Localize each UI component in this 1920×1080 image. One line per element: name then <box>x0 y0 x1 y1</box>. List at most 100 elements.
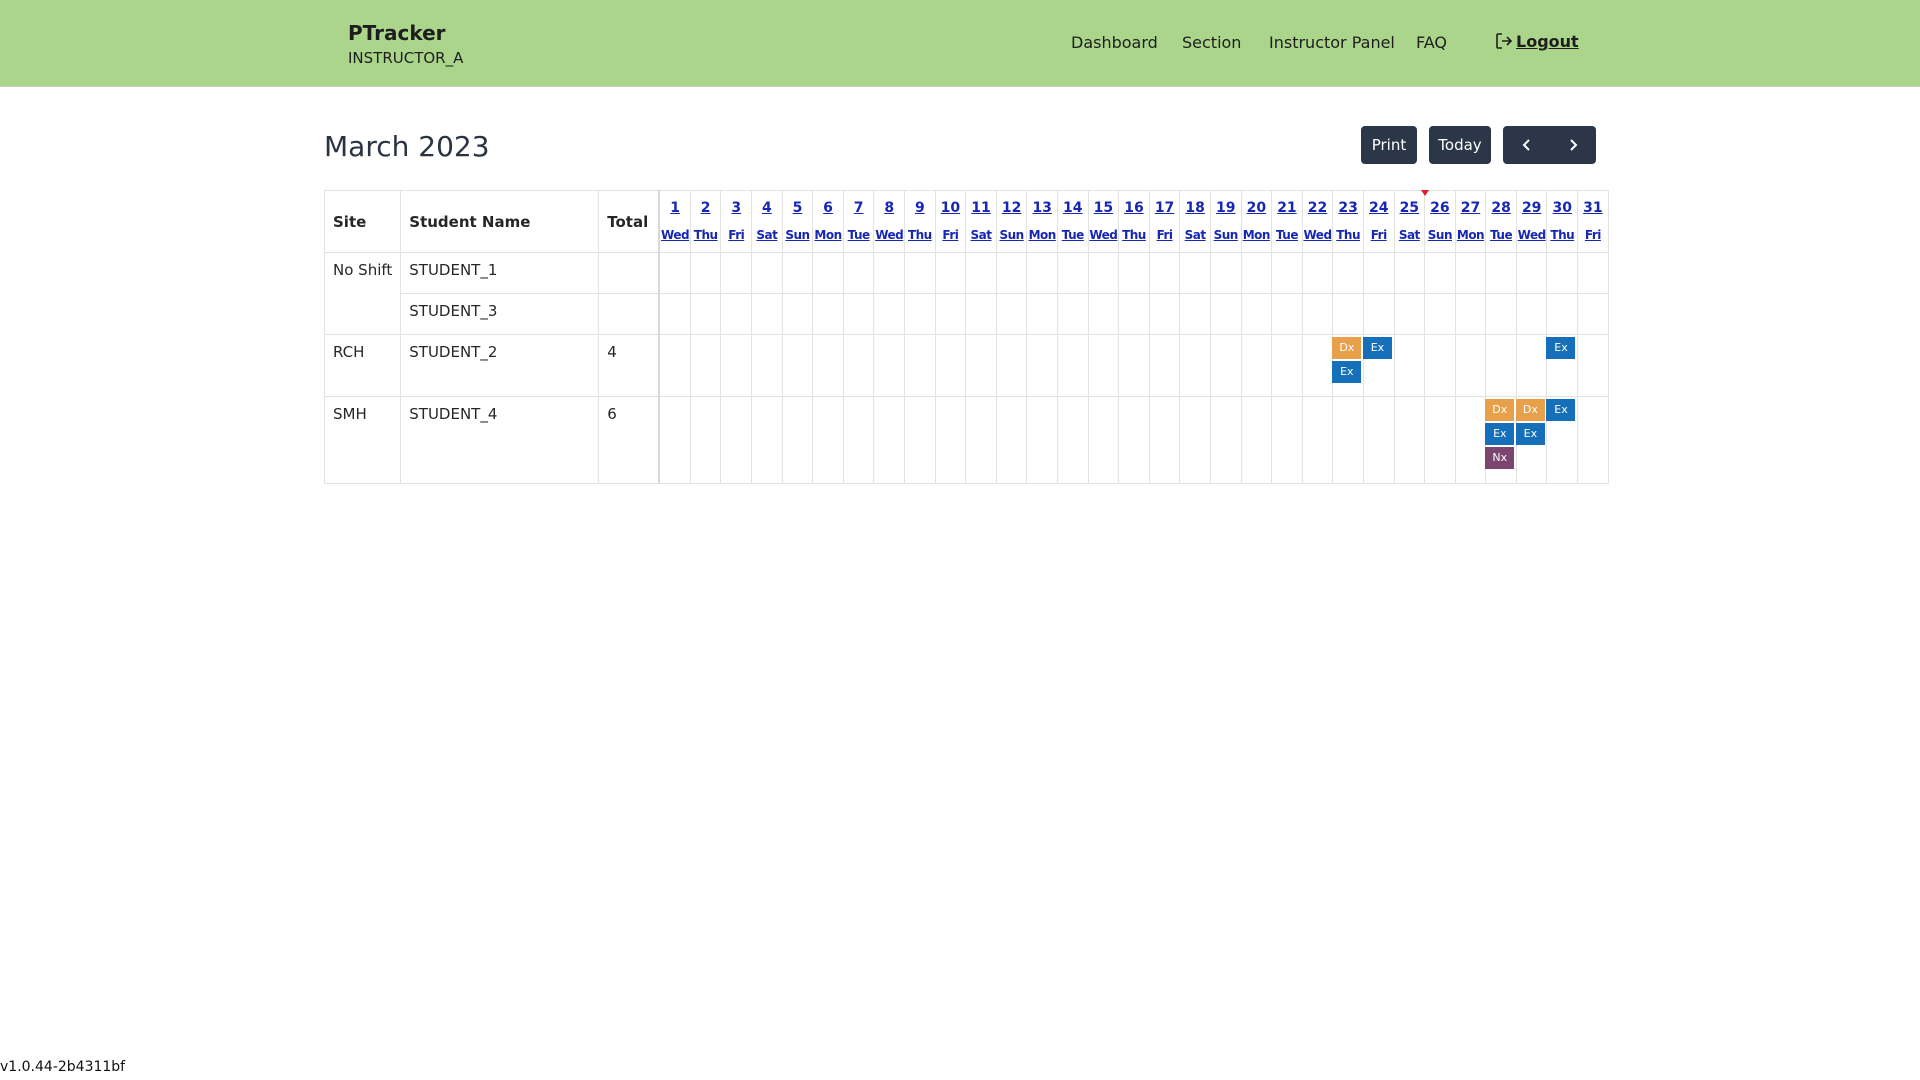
weekday-link[interactable]: Fri <box>1578 221 1608 251</box>
day-number-link[interactable]: 8 <box>874 192 904 221</box>
day-cell[interactable]: Dx Ex Nx <box>1485 396 1517 484</box>
day-cell[interactable]: Dx Ex <box>1332 334 1364 397</box>
day-cell[interactable] <box>904 334 936 397</box>
day-cell[interactable] <box>1515 334 1548 397</box>
day-cell[interactable] <box>1087 396 1120 484</box>
shift-tag-dx[interactable]: Dx <box>1485 399 1515 421</box>
day-cell[interactable] <box>1056 252 1089 294</box>
day-number-link[interactable]: 18 <box>1180 192 1210 221</box>
day-cell[interactable] <box>1301 334 1334 397</box>
day-cell[interactable] <box>1148 293 1181 335</box>
weekday-link[interactable]: Wed <box>874 221 904 251</box>
day-number-link[interactable]: 6 <box>813 192 843 221</box>
day-cell[interactable] <box>1393 396 1426 484</box>
day-cell[interactable] <box>781 252 814 294</box>
shift-tag-ex[interactable]: Ex <box>1362 337 1392 359</box>
day-cell[interactable] <box>781 334 814 397</box>
day-cell[interactable]: Ex <box>1546 334 1579 397</box>
day-cell[interactable] <box>658 252 691 294</box>
day-cell[interactable] <box>1454 252 1487 294</box>
day-cell[interactable] <box>1515 252 1548 294</box>
day-number-link[interactable]: 22 <box>1303 192 1333 221</box>
day-cell[interactable] <box>812 334 844 397</box>
weekday-link[interactable]: Mon <box>1027 221 1057 251</box>
day-cell[interactable] <box>658 396 691 484</box>
day-cell[interactable] <box>1087 293 1120 335</box>
day-cell[interactable] <box>1577 293 1609 335</box>
day-number-link[interactable]: 24 <box>1364 192 1394 221</box>
day-number-link[interactable]: 19 <box>1211 192 1241 221</box>
weekday-link[interactable]: Fri <box>1364 221 1394 251</box>
day-cell[interactable] <box>1118 396 1150 484</box>
day-cell[interactable] <box>812 293 844 335</box>
day-number-link[interactable]: 25 <box>1395 192 1425 221</box>
day-cell[interactable] <box>1485 293 1517 335</box>
day-cell[interactable] <box>1209 252 1242 294</box>
day-cell[interactable] <box>1362 252 1395 294</box>
day-cell[interactable] <box>751 293 783 335</box>
day-cell[interactable] <box>1026 334 1058 397</box>
day-cell[interactable] <box>1056 396 1089 484</box>
day-cell[interactable] <box>1240 396 1273 484</box>
day-cell[interactable] <box>1118 252 1150 294</box>
day-cell[interactable] <box>751 252 783 294</box>
nav-instructor-panel[interactable]: Instructor Panel <box>1269 32 1395 54</box>
day-cell[interactable] <box>689 252 722 294</box>
day-number-link[interactable]: 4 <box>752 192 782 221</box>
day-number-link[interactable]: 14 <box>1058 192 1088 221</box>
weekday-link[interactable]: Tue <box>1058 221 1088 251</box>
day-cell[interactable] <box>1179 293 1211 335</box>
day-cell[interactable] <box>1240 334 1273 397</box>
day-number-link[interactable]: 30 <box>1547 192 1577 221</box>
day-cell[interactable] <box>1393 252 1426 294</box>
day-cell[interactable] <box>1546 252 1579 294</box>
day-cell[interactable] <box>1271 396 1303 484</box>
logout-link[interactable]: Logout <box>1494 30 1579 54</box>
day-cell[interactable] <box>1179 334 1211 397</box>
day-cell[interactable] <box>781 396 814 484</box>
day-cell[interactable] <box>1424 334 1456 397</box>
day-number-link[interactable]: 15 <box>1089 192 1119 221</box>
day-cell[interactable] <box>842 293 875 335</box>
day-cell[interactable] <box>1209 334 1242 397</box>
day-cell[interactable] <box>720 334 753 397</box>
weekday-link[interactable]: Thu <box>1547 221 1577 251</box>
day-cell[interactable] <box>842 396 875 484</box>
day-number-link[interactable]: 2 <box>691 192 721 221</box>
shift-tag-ex[interactable]: Ex <box>1546 337 1576 359</box>
day-cell[interactable] <box>1485 252 1517 294</box>
day-cell[interactable] <box>812 252 844 294</box>
day-cell[interactable] <box>1546 293 1579 335</box>
day-cell[interactable] <box>1026 293 1058 335</box>
weekday-link[interactable]: Mon <box>1456 221 1486 251</box>
day-number-link[interactable]: 29 <box>1517 192 1547 221</box>
day-cell[interactable] <box>1454 293 1487 335</box>
day-cell[interactable] <box>1148 396 1181 484</box>
day-cell[interactable] <box>1424 396 1456 484</box>
day-cell[interactable] <box>965 293 997 335</box>
day-cell[interactable] <box>873 396 906 484</box>
shift-tag-ex[interactable]: Ex <box>1515 423 1545 445</box>
print-button[interactable]: Print <box>1361 126 1417 164</box>
weekday-link[interactable]: Mon <box>813 221 843 251</box>
day-number-link[interactable]: 31 <box>1578 192 1608 221</box>
nav-faq[interactable]: FAQ <box>1416 32 1447 54</box>
day-cell[interactable] <box>1087 252 1120 294</box>
weekday-link[interactable]: Thu <box>691 221 721 251</box>
day-number-link[interactable]: 10 <box>936 192 966 221</box>
day-cell[interactable]: Dx Ex <box>1515 396 1548 484</box>
day-number-link[interactable]: 3 <box>721 192 751 221</box>
day-cell[interactable] <box>1577 252 1609 294</box>
weekday-link[interactable]: Sun <box>1425 221 1455 251</box>
day-cell[interactable] <box>751 334 783 397</box>
weekday-link[interactable]: Tue <box>844 221 874 251</box>
day-cell[interactable] <box>1209 293 1242 335</box>
nav-dashboard[interactable]: Dashboard <box>1071 32 1158 54</box>
day-cell[interactable] <box>995 252 1028 294</box>
day-cell[interactable] <box>1393 293 1426 335</box>
weekday-link[interactable]: Sun <box>1211 221 1241 251</box>
day-cell[interactable] <box>720 252 753 294</box>
day-cell[interactable] <box>1240 293 1273 335</box>
day-cell[interactable] <box>1332 293 1364 335</box>
weekday-link[interactable]: Sun <box>997 221 1027 251</box>
